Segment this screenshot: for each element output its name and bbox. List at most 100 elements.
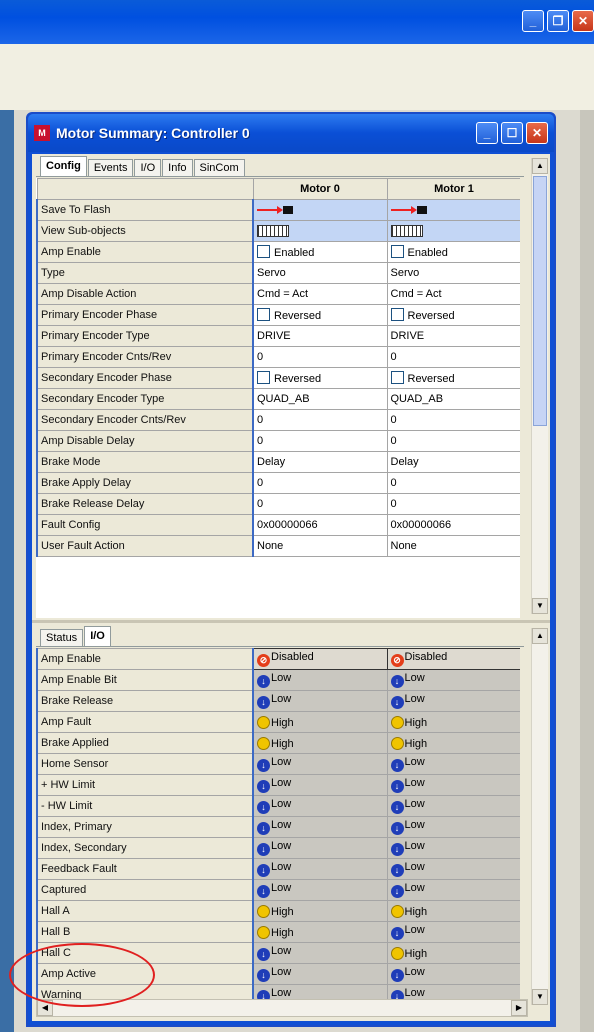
cell-motor-0[interactable]: DRIVE (252, 325, 388, 347)
status-value: Low (271, 819, 292, 831)
checkbox[interactable] (390, 308, 404, 321)
corner-header (36, 178, 254, 200)
cell-motor-0[interactable] (252, 199, 388, 221)
low-indicator-icon: ↓ (257, 822, 270, 835)
cell-motor-0[interactable]: Servo (252, 262, 388, 284)
status-row: Captured ↓ Low ↓ Low (36, 879, 520, 901)
row-label: Brake Release (36, 690, 254, 712)
outer-right-edge (580, 110, 594, 1032)
low-indicator-icon: ↓ (257, 843, 270, 856)
cell-motor-1[interactable]: Cmd = Act (386, 283, 520, 305)
cell-motor-1[interactable]: 0x00000066 (386, 514, 520, 536)
cell-value: Delay (390, 456, 419, 468)
cell-motor-1[interactable]: None (386, 535, 520, 557)
status-cell-motor-0: ↓ Low (252, 690, 388, 712)
tab-i-o[interactable]: I/O (84, 626, 111, 646)
cell-motor-1[interactable]: Reversed (386, 304, 520, 326)
status-value: Low (404, 861, 425, 873)
sub-objects-grid-icon[interactable] (257, 225, 289, 238)
cell-motor-1[interactable]: 0 (386, 346, 520, 368)
cell-value: 0 (390, 435, 397, 447)
status-vertical-scrollbar[interactable]: ▲ ▼ (531, 628, 548, 1005)
cell-motor-1[interactable]: DRIVE (386, 325, 520, 347)
maximize-button[interactable]: ☐ (501, 122, 523, 144)
high-indicator-icon (257, 715, 270, 729)
row-label: + HW Limit (36, 774, 254, 796)
scroll-up-button[interactable]: ▲ (532, 158, 548, 174)
cell-motor-1[interactable]: 0 (386, 493, 520, 515)
cell-motor-0[interactable]: 0x00000066 (252, 514, 388, 536)
cell-motor-1[interactable]: QUAD_AB (386, 388, 520, 410)
table-row: Primary Encoder Type DRIVE DRIVE (36, 325, 520, 347)
tab-events[interactable]: Events (87, 159, 134, 176)
cell-value: DRIVE (390, 330, 425, 342)
cell-motor-0[interactable]: Reversed (252, 304, 388, 326)
cell-motor-0[interactable]: 0 (252, 409, 388, 431)
cell-motor-0[interactable]: 0 (252, 472, 388, 494)
scroll-thumb[interactable] (533, 176, 547, 426)
status-value: High (271, 905, 294, 918)
cell-motor-1[interactable]: Delay (386, 451, 520, 473)
status-value: Low (404, 756, 425, 768)
low-indicator-icon: ↓ (390, 843, 404, 856)
cell-motor-0[interactable]: 0 (252, 346, 388, 368)
outer-close-button[interactable]: ✕ (572, 10, 594, 32)
cell-motor-0[interactable]: 0 (252, 493, 388, 515)
checkbox[interactable] (257, 308, 270, 321)
cell-motor-0[interactable]: Delay (252, 451, 388, 473)
cell-motor-0[interactable] (252, 220, 388, 242)
save-to-flash-arrow-icon[interactable] (257, 206, 293, 215)
tab-info[interactable]: Info (162, 159, 193, 176)
cell-motor-1[interactable]: Servo (386, 262, 520, 284)
cell-motor-1[interactable]: Enabled (386, 241, 520, 263)
table-row: Primary Encoder Phase Reversed Reversed (36, 304, 520, 326)
cell-motor-1[interactable] (386, 220, 520, 242)
row-label: Secondary Encoder Type (36, 388, 254, 410)
config-vertical-scrollbar[interactable]: ▲ ▼ (531, 158, 548, 614)
tab-i-o[interactable]: I/O (134, 159, 162, 176)
checkbox[interactable] (390, 245, 404, 258)
status-value: Disabled (404, 651, 448, 663)
minimize-button[interactable]: _ (476, 122, 498, 144)
checkbox[interactable] (390, 371, 404, 384)
close-button[interactable]: ✕ (526, 122, 548, 144)
cell-motor-1[interactable] (386, 199, 520, 221)
scroll-up-button[interactable]: ▲ (532, 628, 548, 644)
tab-status[interactable]: Status (40, 629, 84, 646)
status-cell-motor-0: ↓ Low (252, 879, 388, 901)
cell-motor-0[interactable]: QUAD_AB (252, 388, 388, 410)
tab-sincom[interactable]: SinCom (193, 159, 245, 176)
cell-motor-1[interactable]: Reversed (386, 367, 520, 389)
outer-minimize-button[interactable]: _ (522, 10, 544, 32)
row-label: Hall A (36, 900, 254, 922)
cell-motor-0[interactable]: Enabled (252, 241, 388, 263)
outer-restore-button[interactable]: ❐ (547, 10, 569, 32)
row-label: Brake Apply Delay (36, 472, 254, 494)
cell-motor-1[interactable]: 0 (386, 409, 520, 431)
motor-summary-title-bar[interactable]: M Motor Summary: Controller 0 _ ☐ ✕ (28, 114, 554, 152)
scroll-down-button[interactable]: ▼ (532, 598, 548, 614)
cell-motor-1[interactable]: 0 (386, 430, 520, 452)
checkbox[interactable] (257, 371, 270, 384)
status-cell-motor-0: ↓ Low (252, 774, 388, 796)
cell-motor-0[interactable]: Cmd = Act (252, 283, 388, 305)
red-highlight-ellipse (9, 943, 155, 1007)
row-label: Amp Disable Action (36, 283, 254, 305)
cell-value: None (390, 540, 417, 552)
cell-motor-0[interactable]: None (252, 535, 388, 557)
cell-motor-1[interactable]: 0 (386, 472, 520, 494)
cell-motor-0[interactable]: 0 (252, 430, 388, 452)
low-indicator-icon: ↓ (257, 948, 270, 961)
config-grid: Motor 0 Motor 1 Save To Flash View Sub-ob… (36, 178, 520, 618)
save-to-flash-arrow-icon[interactable] (390, 206, 427, 215)
cell-motor-0[interactable]: Reversed (252, 367, 388, 389)
tab-config[interactable]: Config (40, 156, 87, 176)
config-tab-strip: Config Events I/O Info SinCom (36, 156, 524, 177)
sub-objects-grid-icon[interactable] (390, 225, 423, 238)
status-cell-motor-0: ↓ Low (252, 837, 388, 859)
cell-value: 0 (257, 498, 264, 510)
scroll-right-button[interactable]: ▶ (511, 1000, 527, 1016)
checkbox[interactable] (257, 245, 270, 258)
pane-splitter[interactable] (32, 620, 550, 623)
scroll-down-button[interactable]: ▼ (532, 989, 548, 1005)
